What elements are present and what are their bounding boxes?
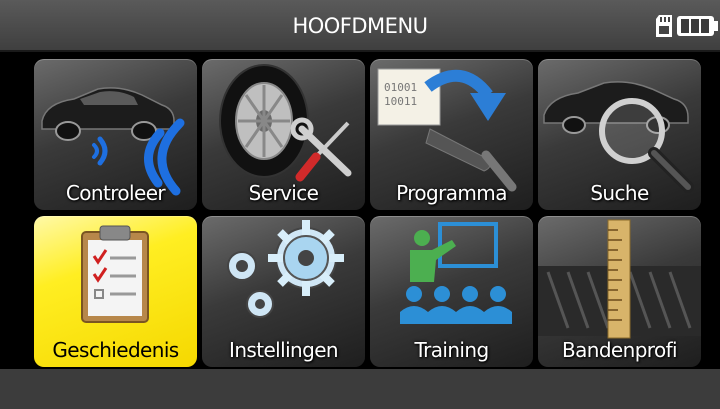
menu-tile-programma[interactable]: 01001 10011 Programma xyxy=(370,59,533,210)
menu-tile-service[interactable]: Service xyxy=(202,59,365,210)
menu-tile-label: Geschiedenis xyxy=(52,338,179,362)
menu-tile-label: Training xyxy=(414,338,489,362)
menu-tile-label: Suche xyxy=(590,181,649,205)
menu-tile-label: Instellingen xyxy=(229,338,339,362)
menu-tile-training[interactable]: Training xyxy=(370,216,533,367)
menu-tile-label: Programma xyxy=(396,181,507,205)
menu-tile-label: Controleer xyxy=(65,181,166,205)
sd-card-icon xyxy=(656,15,672,37)
page-title: HOOFDMENU xyxy=(292,14,428,38)
menu-tile-bandenprofi[interactable]: Bandenprofi xyxy=(538,216,701,367)
battery-icon xyxy=(677,16,718,36)
menu-tile-label: Bandenprofi xyxy=(561,338,678,362)
menu-tile-suche[interactable]: Suche xyxy=(538,59,701,210)
menu-tile-controleer[interactable]: Controleer xyxy=(34,59,197,210)
title-bar: HOOFDMENU xyxy=(0,0,720,52)
main-menu-grid: Controleer Service 01001 10011 Programma… xyxy=(34,59,706,369)
svg-text:01001: 01001 xyxy=(384,81,417,94)
menu-tile-geschiedenis[interactable]: Geschiedenis xyxy=(34,216,197,367)
svg-text:10011: 10011 xyxy=(384,95,417,108)
menu-tile-instellingen[interactable]: Instellingen xyxy=(202,216,365,367)
status-bar xyxy=(0,369,720,409)
menu-tile-label: Service xyxy=(248,181,319,205)
